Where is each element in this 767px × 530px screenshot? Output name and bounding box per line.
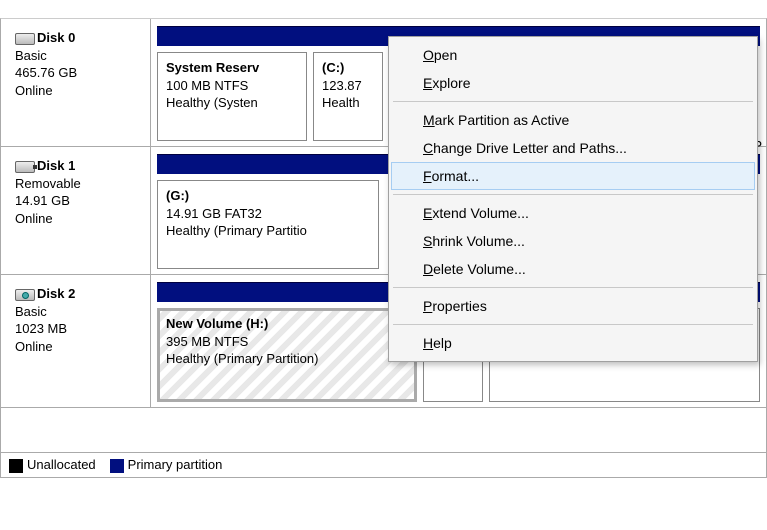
partition-info: 100 MB NTFS: [166, 77, 298, 95]
disk-icon: [15, 33, 35, 45]
menu-separator: [393, 324, 753, 325]
disk-info-2[interactable]: Disk 2 Basic 1023 MB Online: [1, 275, 151, 407]
disk-info-0[interactable]: Disk 0 Basic 465.76 GB Online: [1, 19, 151, 146]
context-menu: Open Explore Mark Partition as Active Ch…: [388, 36, 758, 362]
disk-name: Disk 0: [37, 30, 75, 45]
partition-h-selected[interactable]: New Volume (H:) 395 MB NTFS Healthy (Pri…: [157, 308, 417, 402]
disk-icon: [15, 289, 35, 301]
legend-primary: Primary partition: [128, 457, 223, 472]
legend-swatch-primary: [110, 459, 124, 473]
disk-name: Disk 2: [37, 286, 75, 301]
partition-label: System Reserv: [166, 59, 298, 77]
disk-status: Online: [15, 83, 53, 98]
disk-status: Online: [15, 339, 53, 354]
menu-extend-volume[interactable]: Extend Volume...: [391, 199, 755, 227]
partition-health: Health: [322, 94, 374, 112]
menu-change-letter[interactable]: Change Drive Letter and Paths...: [391, 134, 755, 162]
partition-info: 123.87: [322, 77, 374, 95]
menu-separator: [393, 194, 753, 195]
partition-label: (G:): [166, 187, 370, 205]
disk-size: 14.91 GB: [15, 193, 70, 208]
menu-separator: [393, 287, 753, 288]
disk-status: Online: [15, 211, 53, 226]
menu-format[interactable]: Format...: [391, 162, 755, 190]
partition-info: 395 MB NTFS: [166, 333, 408, 351]
partition-health: Healthy (Primary Partition): [166, 350, 408, 368]
partition-label: New Volume (H:): [166, 315, 408, 333]
legend: Unallocated Primary partition: [1, 452, 766, 477]
menu-delete-volume[interactable]: Delete Volume...: [391, 255, 755, 283]
menu-separator: [393, 101, 753, 102]
menu-shrink-volume[interactable]: Shrink Volume...: [391, 227, 755, 255]
partition-c[interactable]: (C:) 123.87 Health: [313, 52, 383, 141]
partition-system-reserved[interactable]: System Reserv 100 MB NTFS Healthy (Syste…: [157, 52, 307, 141]
disk-size: 465.76 GB: [15, 65, 77, 80]
disk-type: Removable: [15, 176, 81, 191]
partition-health: Healthy (Systen: [166, 94, 298, 112]
partition-info: 14.91 GB FAT32: [166, 205, 370, 223]
menu-properties[interactable]: Properties: [391, 292, 755, 320]
disk-type: Basic: [15, 48, 47, 63]
legend-swatch-unallocated: [9, 459, 23, 473]
menu-open[interactable]: Open: [391, 41, 755, 69]
disk-info-1[interactable]: Disk 1 Removable 14.91 GB Online: [1, 147, 151, 274]
legend-unallocated: Unallocated: [27, 457, 96, 472]
menu-help[interactable]: Help: [391, 329, 755, 357]
partition-g[interactable]: (G:) 14.91 GB FAT32 Healthy (Primary Par…: [157, 180, 379, 269]
partition-health: Healthy (Primary Partitio: [166, 222, 370, 240]
disk-size: 1023 MB: [15, 321, 67, 336]
disk-name: Disk 1: [37, 158, 75, 173]
removable-disk-icon: [15, 161, 35, 173]
disk-type: Basic: [15, 304, 47, 319]
partition-label: (C:): [322, 59, 374, 77]
menu-mark-active[interactable]: Mark Partition as Active: [391, 106, 755, 134]
menu-explore[interactable]: Explore: [391, 69, 755, 97]
